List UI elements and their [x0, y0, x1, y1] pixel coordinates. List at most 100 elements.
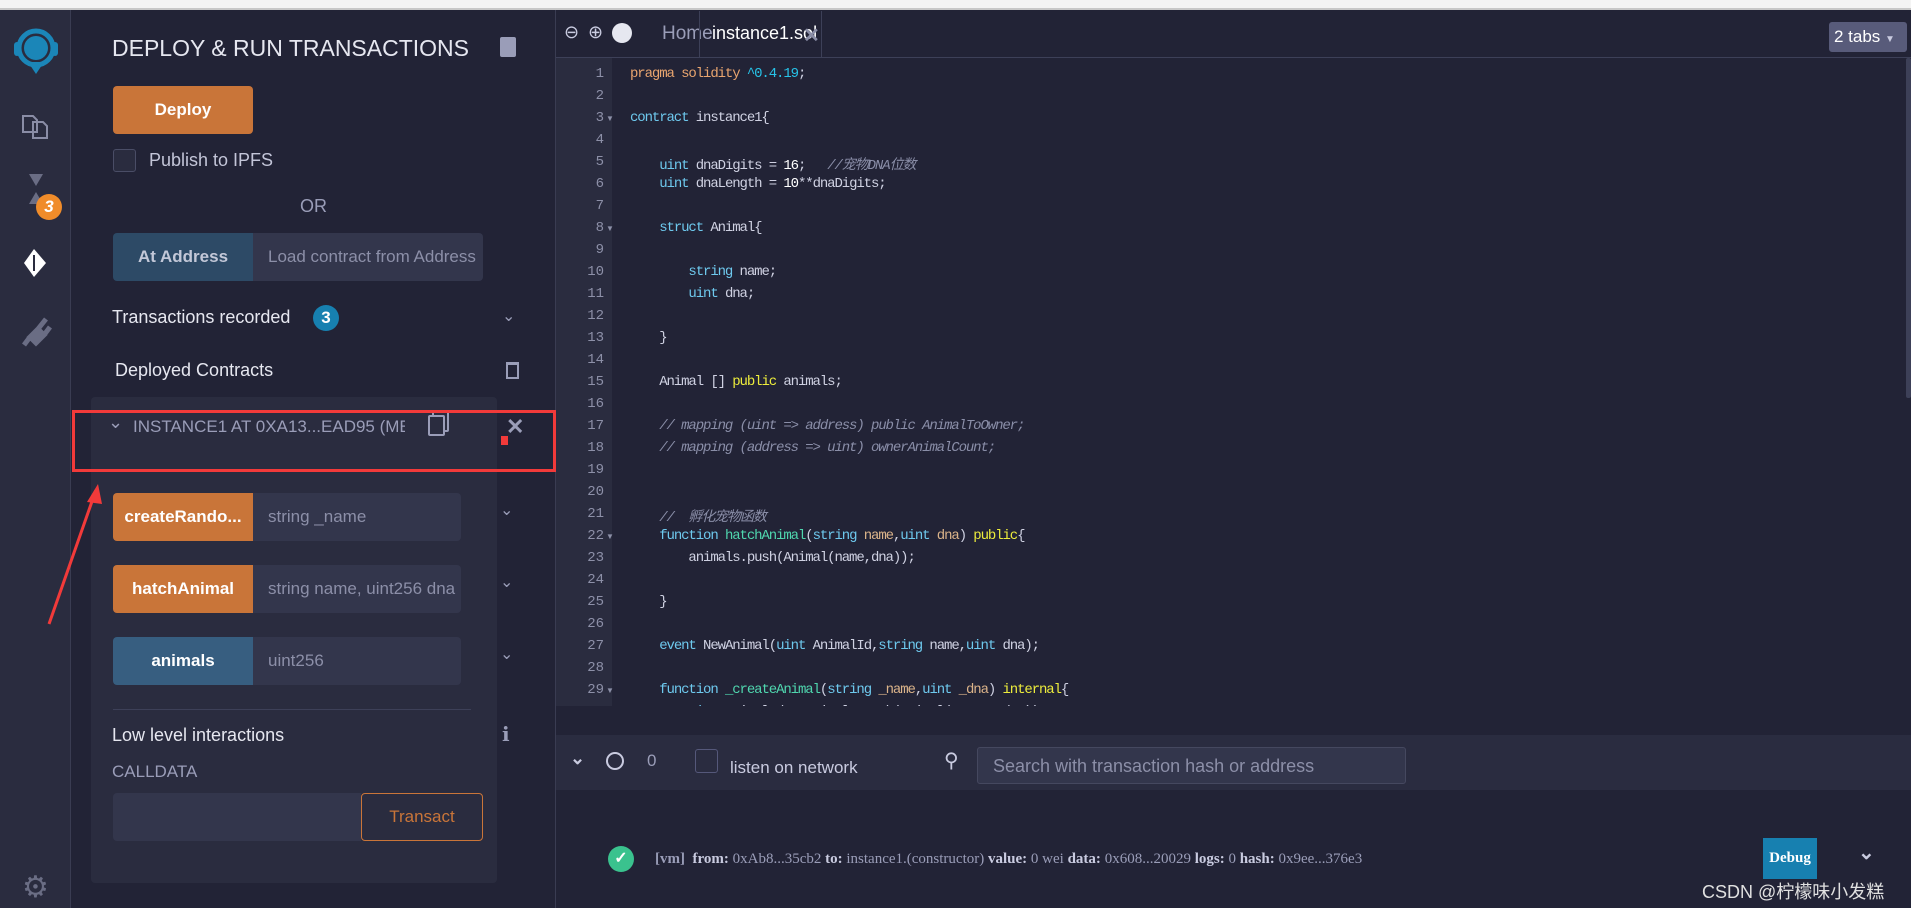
code-token: string	[812, 528, 858, 544]
code-line: // mapping (address => uint) ownerAnimal…	[630, 440, 996, 456]
code-token: uint	[900, 528, 930, 544]
line-number: 15	[587, 374, 604, 390]
debug-button[interactable]: Debug	[1763, 838, 1817, 879]
animals-button[interactable]: animals	[113, 637, 253, 685]
deploy-run-icon[interactable]	[0, 247, 71, 284]
deploy-button[interactable]: Deploy	[113, 86, 253, 134]
create-random-button[interactable]: createRando...	[113, 493, 253, 541]
remix-logo-icon[interactable]	[0, 24, 71, 85]
code-line: // 孵化宠物函数	[630, 506, 767, 526]
code-token: event	[659, 638, 697, 654]
line-number: 26	[587, 616, 604, 632]
settings-gear-icon[interactable]: ⚙	[0, 870, 71, 905]
line-number: 13	[587, 330, 604, 346]
divider	[113, 709, 471, 710]
browser-top-strip	[0, 0, 1911, 10]
code-token: string	[878, 638, 923, 654]
fold-arrow-icon[interactable]: ▼	[606, 114, 614, 123]
info-icon[interactable]: i	[502, 722, 510, 746]
zoom-out-icon[interactable]: ⊖	[564, 22, 579, 43]
from-value: 0xAb8...35cb2	[732, 851, 822, 867]
logs-label: logs:	[1194, 851, 1225, 867]
at-address-input[interactable]: Load contract from Address	[253, 233, 483, 281]
tabs-dropdown[interactable]: 2 tabs ▼	[1829, 22, 1907, 52]
fold-arrow-icon[interactable]: ▼	[606, 686, 614, 695]
at-address-button[interactable]: At Address	[113, 233, 253, 281]
animals-input[interactable]: uint256	[253, 637, 461, 685]
code-token: Animal []	[630, 374, 733, 390]
code-line: animals.push(Animal(name,dna));	[630, 550, 915, 566]
tab-instance1-sol[interactable]: instance1.sol ✕	[699, 11, 822, 58]
line-number: 25	[587, 594, 604, 610]
line-number: 6	[595, 176, 604, 192]
publish-ipfs-checkbox[interactable]	[113, 149, 136, 172]
animals-chevron-down-icon[interactable]: ⌄	[500, 644, 513, 664]
line-number: 2	[595, 88, 604, 104]
file-explorer-icon[interactable]	[0, 108, 71, 145]
code-line: // mapping (uint => address) public Anim…	[630, 418, 1025, 434]
transact-button[interactable]: Transact	[361, 793, 483, 841]
create-random-chevron-down-icon[interactable]: ⌄	[500, 500, 513, 520]
code-token: internal	[1002, 682, 1063, 698]
create-random-input[interactable]: string _name	[253, 493, 461, 541]
transaction-search-input[interactable]: Search with transaction hash or address	[977, 747, 1406, 784]
line-number: 29	[587, 682, 604, 698]
success-check-icon: ✓	[608, 846, 634, 872]
code-token: name	[863, 528, 894, 544]
terminal-bar: ⌄ 0 listen on network ⚲ Search with tran…	[556, 735, 1911, 790]
code-token: (	[805, 528, 813, 544]
trash-icon[interactable]	[506, 362, 519, 379]
code-token: name,	[922, 638, 967, 654]
collapse-terminal-icon[interactable]: ⌄	[570, 748, 585, 769]
code-token: dna);	[995, 638, 1040, 654]
line-number: 21	[587, 506, 604, 522]
annotation-arrow	[47, 484, 102, 625]
fold-arrow-icon[interactable]: ▼	[606, 532, 614, 541]
solidity-compiler-icon[interactable]: 3	[0, 172, 71, 220]
hatch-animal-input[interactable]: string name, uint256 dna	[253, 565, 461, 613]
code-token: {	[1017, 528, 1025, 544]
zoom-in-icon[interactable]: ⊕	[588, 22, 603, 43]
transactions-recorded-label: Transactions recorded	[112, 307, 291, 327]
data-label: data:	[1067, 851, 1101, 867]
code-token: }	[630, 594, 667, 610]
fold-arrow-icon[interactable]: ▼	[606, 224, 614, 233]
expand-log-chevron-icon[interactable]: ⌄	[1858, 840, 1875, 865]
code-token: // mapping (uint => address) public Anim…	[659, 418, 1025, 434]
hatch-animal-button[interactable]: hatchAnimal	[113, 565, 253, 613]
line-number: 1	[595, 66, 604, 82]
code-token: 16	[783, 158, 799, 174]
hatch-animal-chevron-down-icon[interactable]: ⌄	[500, 572, 513, 592]
close-tab-icon[interactable]: ✕	[803, 23, 820, 48]
code-token: animalId = animals.push(Animal(_name,_dn…	[718, 704, 1077, 706]
line-number: 7	[595, 198, 604, 214]
code-area[interactable]: 1 pragma solidity ^0.4.19; 2 3 ▼ contract ins…	[556, 58, 1896, 706]
code-token: dnaDigits =	[688, 158, 784, 174]
clear-console-icon[interactable]	[606, 752, 624, 770]
calldata-input[interactable]	[113, 793, 361, 841]
code-token: )	[987, 682, 1003, 698]
transactions-count-badge: 3	[313, 305, 339, 331]
line-number: 24	[587, 572, 604, 588]
code-token: AnimalId,	[805, 638, 880, 654]
line-number: 20	[587, 484, 604, 500]
code-token: **dnaDigits;	[797, 176, 887, 192]
listen-network-checkbox[interactable]	[695, 749, 718, 773]
transaction-log[interactable]: [vm] from: 0xAb8...35cb2 to: instance1.(…	[655, 851, 1362, 868]
documentation-book-icon[interactable]	[500, 37, 516, 57]
code-line: uint dnaDigits = 16; //宠物DNA位数	[630, 154, 916, 174]
editor-scrollbar[interactable]	[1906, 58, 1911, 398]
plugin-manager-icon[interactable]	[0, 315, 71, 352]
line-number: 8	[595, 220, 604, 236]
compiler-badge: 3	[36, 194, 62, 220]
code-token: _dna	[958, 682, 989, 698]
transactions-chevron-down-icon[interactable]: ⌄	[502, 306, 515, 326]
